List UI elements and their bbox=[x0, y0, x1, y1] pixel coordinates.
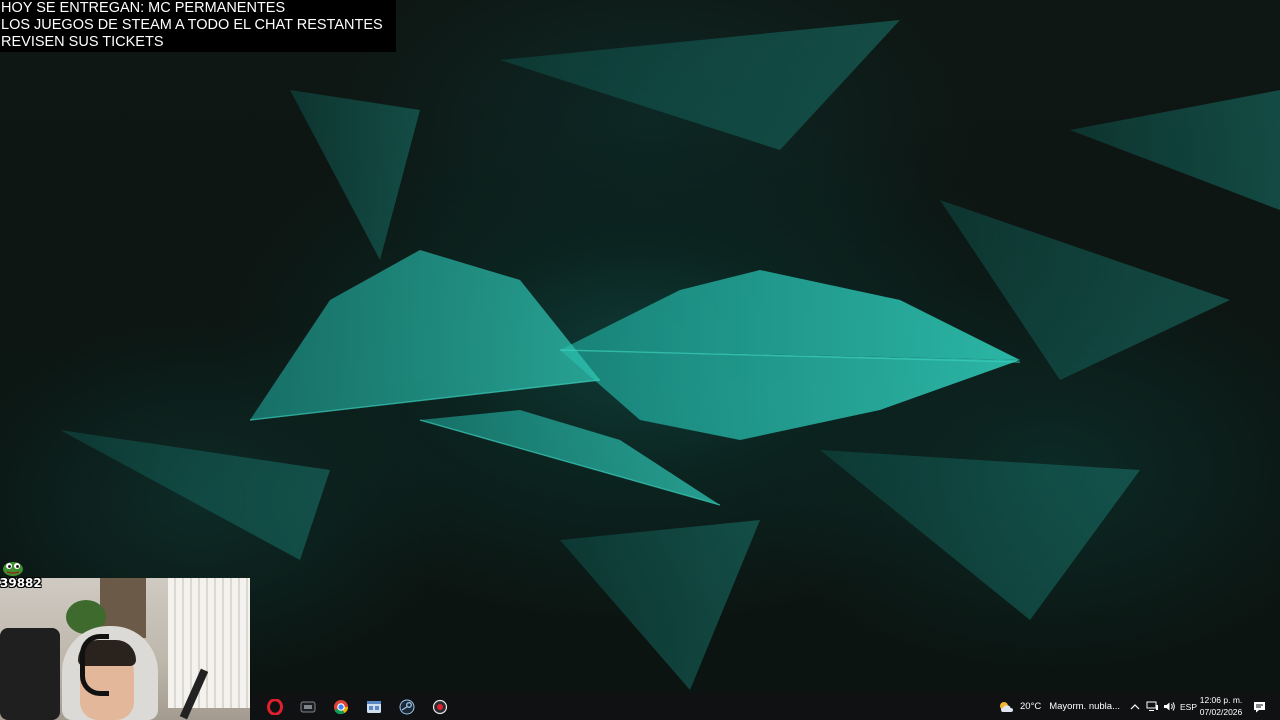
taskbar: 20°C Mayorm. nubla... ESP 12:06 p. m. 07… bbox=[250, 693, 1280, 720]
webcam-feed bbox=[0, 578, 250, 720]
chevron-up-icon bbox=[1130, 703, 1140, 709]
steam-icon[interactable] bbox=[395, 696, 419, 718]
webcam-chair bbox=[0, 628, 60, 720]
stream-announcement-overlay: HOY SE ENTREGAN: MC PERMANENTES LOS JUEG… bbox=[0, 0, 396, 52]
opera-icon[interactable] bbox=[263, 696, 287, 718]
partly-cloudy-icon bbox=[1000, 701, 1013, 712]
webcam-window-blinds bbox=[168, 578, 250, 708]
weather-description: Mayorm. nubla... bbox=[1049, 701, 1120, 712]
chrome-icon[interactable] bbox=[329, 696, 353, 718]
lunar-launcher-icon[interactable] bbox=[296, 696, 320, 718]
volume-icon[interactable] bbox=[1163, 693, 1176, 720]
weather-temp: 20°C bbox=[1020, 701, 1042, 712]
show-hidden-icons-button[interactable] bbox=[1130, 693, 1140, 720]
notification-center-button[interactable] bbox=[1253, 693, 1266, 720]
pepe-emote-icon bbox=[3, 562, 23, 576]
announcement-line-2: LOS JUEGOS DE STEAM A TODO EL CHAT RESTA… bbox=[1, 17, 383, 33]
network-icon[interactable] bbox=[1146, 693, 1159, 720]
weather-widget[interactable]: 20°C Mayorm. nubla... bbox=[998, 693, 1120, 720]
sub-counter: 39882 bbox=[0, 576, 42, 590]
clock-time: 12:06 p. m. bbox=[1199, 695, 1243, 705]
announcement-line-3: REVISEN SUS TICKETS bbox=[1, 34, 164, 50]
obs-record-icon[interactable] bbox=[428, 696, 452, 718]
clock-date: 07/02/2026 bbox=[1199, 707, 1243, 717]
notification-icon bbox=[1254, 701, 1265, 712]
file-manager-icon[interactable] bbox=[362, 696, 386, 718]
announcement-line-1: HOY SE ENTREGAN: MC PERMANENTES bbox=[1, 0, 286, 16]
system-clock[interactable]: 12:06 p. m. 07/02/2026 bbox=[1195, 694, 1247, 718]
headset-icon bbox=[80, 634, 109, 696]
